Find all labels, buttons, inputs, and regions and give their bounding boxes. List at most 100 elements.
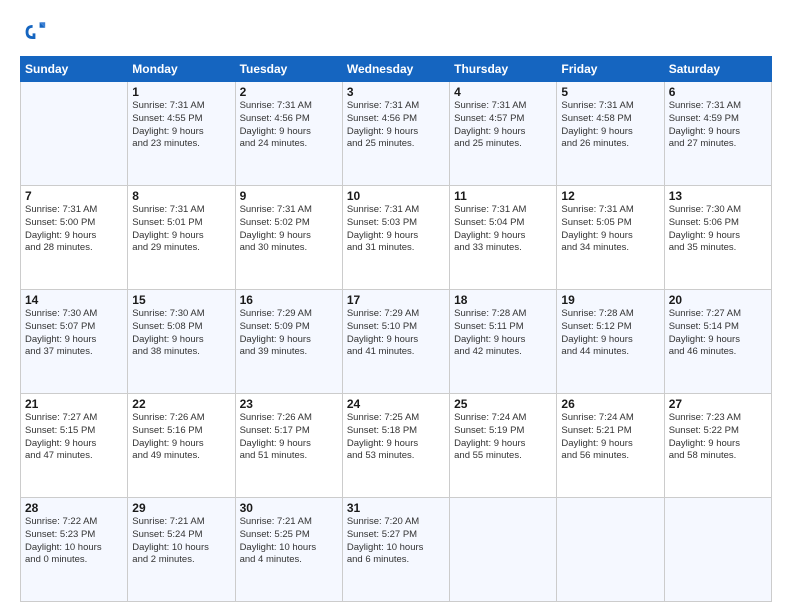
day-info: Sunrise: 7:30 AM Sunset: 5:06 PM Dayligh… (669, 204, 767, 255)
day-info: Sunrise: 7:29 AM Sunset: 5:09 PM Dayligh… (240, 308, 338, 359)
day-number: 9 (240, 189, 338, 203)
calendar-week-3: 14Sunrise: 7:30 AM Sunset: 5:07 PM Dayli… (21, 290, 772, 394)
day-number: 23 (240, 397, 338, 411)
calendar-cell: 21Sunrise: 7:27 AM Sunset: 5:15 PM Dayli… (21, 394, 128, 498)
calendar-cell: 12Sunrise: 7:31 AM Sunset: 5:05 PM Dayli… (557, 186, 664, 290)
calendar-cell: 26Sunrise: 7:24 AM Sunset: 5:21 PM Dayli… (557, 394, 664, 498)
calendar-cell: 23Sunrise: 7:26 AM Sunset: 5:17 PM Dayli… (235, 394, 342, 498)
day-info: Sunrise: 7:29 AM Sunset: 5:10 PM Dayligh… (347, 308, 445, 359)
day-number: 4 (454, 85, 552, 99)
day-number: 8 (132, 189, 230, 203)
calendar-cell (21, 82, 128, 186)
calendar-cell: 3Sunrise: 7:31 AM Sunset: 4:56 PM Daylig… (342, 82, 449, 186)
weekday-header-thursday: Thursday (450, 57, 557, 82)
day-number: 20 (669, 293, 767, 307)
calendar-week-1: 1Sunrise: 7:31 AM Sunset: 4:55 PM Daylig… (21, 82, 772, 186)
day-number: 18 (454, 293, 552, 307)
calendar-cell (557, 498, 664, 602)
day-number: 14 (25, 293, 123, 307)
day-number: 11 (454, 189, 552, 203)
day-number: 10 (347, 189, 445, 203)
day-number: 31 (347, 501, 445, 515)
calendar-week-2: 7Sunrise: 7:31 AM Sunset: 5:00 PM Daylig… (21, 186, 772, 290)
calendar-cell (450, 498, 557, 602)
day-info: Sunrise: 7:24 AM Sunset: 5:21 PM Dayligh… (561, 412, 659, 463)
day-number: 1 (132, 85, 230, 99)
calendar-cell (664, 498, 771, 602)
day-info: Sunrise: 7:27 AM Sunset: 5:15 PM Dayligh… (25, 412, 123, 463)
day-info: Sunrise: 7:21 AM Sunset: 5:25 PM Dayligh… (240, 516, 338, 567)
day-number: 27 (669, 397, 767, 411)
day-number: 22 (132, 397, 230, 411)
calendar-cell: 31Sunrise: 7:20 AM Sunset: 5:27 PM Dayli… (342, 498, 449, 602)
weekday-header-row: SundayMondayTuesdayWednesdayThursdayFrid… (21, 57, 772, 82)
day-number: 19 (561, 293, 659, 307)
logo (20, 18, 52, 46)
day-info: Sunrise: 7:31 AM Sunset: 5:04 PM Dayligh… (454, 204, 552, 255)
page: SundayMondayTuesdayWednesdayThursdayFrid… (0, 0, 792, 612)
day-number: 17 (347, 293, 445, 307)
day-info: Sunrise: 7:30 AM Sunset: 5:08 PM Dayligh… (132, 308, 230, 359)
day-info: Sunrise: 7:31 AM Sunset: 5:00 PM Dayligh… (25, 204, 123, 255)
day-info: Sunrise: 7:26 AM Sunset: 5:16 PM Dayligh… (132, 412, 230, 463)
calendar-cell: 15Sunrise: 7:30 AM Sunset: 5:08 PM Dayli… (128, 290, 235, 394)
weekday-header-sunday: Sunday (21, 57, 128, 82)
day-number: 16 (240, 293, 338, 307)
day-info: Sunrise: 7:20 AM Sunset: 5:27 PM Dayligh… (347, 516, 445, 567)
day-info: Sunrise: 7:31 AM Sunset: 4:59 PM Dayligh… (669, 100, 767, 151)
calendar-cell: 27Sunrise: 7:23 AM Sunset: 5:22 PM Dayli… (664, 394, 771, 498)
day-number: 3 (347, 85, 445, 99)
weekday-header-wednesday: Wednesday (342, 57, 449, 82)
calendar-cell: 29Sunrise: 7:21 AM Sunset: 5:24 PM Dayli… (128, 498, 235, 602)
calendar-cell: 17Sunrise: 7:29 AM Sunset: 5:10 PM Dayli… (342, 290, 449, 394)
day-info: Sunrise: 7:24 AM Sunset: 5:19 PM Dayligh… (454, 412, 552, 463)
calendar-cell: 19Sunrise: 7:28 AM Sunset: 5:12 PM Dayli… (557, 290, 664, 394)
calendar-cell: 9Sunrise: 7:31 AM Sunset: 5:02 PM Daylig… (235, 186, 342, 290)
calendar-cell: 22Sunrise: 7:26 AM Sunset: 5:16 PM Dayli… (128, 394, 235, 498)
day-info: Sunrise: 7:28 AM Sunset: 5:12 PM Dayligh… (561, 308, 659, 359)
day-number: 21 (25, 397, 123, 411)
day-info: Sunrise: 7:23 AM Sunset: 5:22 PM Dayligh… (669, 412, 767, 463)
day-info: Sunrise: 7:22 AM Sunset: 5:23 PM Dayligh… (25, 516, 123, 567)
calendar-cell: 5Sunrise: 7:31 AM Sunset: 4:58 PM Daylig… (557, 82, 664, 186)
day-number: 24 (347, 397, 445, 411)
day-info: Sunrise: 7:30 AM Sunset: 5:07 PM Dayligh… (25, 308, 123, 359)
calendar-table: SundayMondayTuesdayWednesdayThursdayFrid… (20, 56, 772, 602)
day-number: 6 (669, 85, 767, 99)
calendar-cell: 16Sunrise: 7:29 AM Sunset: 5:09 PM Dayli… (235, 290, 342, 394)
day-info: Sunrise: 7:31 AM Sunset: 4:55 PM Dayligh… (132, 100, 230, 151)
day-number: 29 (132, 501, 230, 515)
day-info: Sunrise: 7:27 AM Sunset: 5:14 PM Dayligh… (669, 308, 767, 359)
day-info: Sunrise: 7:31 AM Sunset: 4:58 PM Dayligh… (561, 100, 659, 151)
day-number: 26 (561, 397, 659, 411)
day-info: Sunrise: 7:21 AM Sunset: 5:24 PM Dayligh… (132, 516, 230, 567)
day-number: 15 (132, 293, 230, 307)
day-info: Sunrise: 7:31 AM Sunset: 4:56 PM Dayligh… (347, 100, 445, 151)
calendar-cell: 2Sunrise: 7:31 AM Sunset: 4:56 PM Daylig… (235, 82, 342, 186)
calendar-cell: 14Sunrise: 7:30 AM Sunset: 5:07 PM Dayli… (21, 290, 128, 394)
day-number: 2 (240, 85, 338, 99)
day-number: 25 (454, 397, 552, 411)
day-number: 30 (240, 501, 338, 515)
day-number: 28 (25, 501, 123, 515)
day-number: 12 (561, 189, 659, 203)
calendar-cell: 8Sunrise: 7:31 AM Sunset: 5:01 PM Daylig… (128, 186, 235, 290)
day-info: Sunrise: 7:28 AM Sunset: 5:11 PM Dayligh… (454, 308, 552, 359)
calendar-cell: 20Sunrise: 7:27 AM Sunset: 5:14 PM Dayli… (664, 290, 771, 394)
calendar-cell: 13Sunrise: 7:30 AM Sunset: 5:06 PM Dayli… (664, 186, 771, 290)
calendar-cell: 30Sunrise: 7:21 AM Sunset: 5:25 PM Dayli… (235, 498, 342, 602)
day-info: Sunrise: 7:31 AM Sunset: 4:57 PM Dayligh… (454, 100, 552, 151)
calendar-cell: 24Sunrise: 7:25 AM Sunset: 5:18 PM Dayli… (342, 394, 449, 498)
day-info: Sunrise: 7:26 AM Sunset: 5:17 PM Dayligh… (240, 412, 338, 463)
calendar-cell: 11Sunrise: 7:31 AM Sunset: 5:04 PM Dayli… (450, 186, 557, 290)
day-info: Sunrise: 7:31 AM Sunset: 4:56 PM Dayligh… (240, 100, 338, 151)
header (20, 18, 772, 46)
logo-icon (20, 18, 48, 46)
weekday-header-saturday: Saturday (664, 57, 771, 82)
calendar-cell: 28Sunrise: 7:22 AM Sunset: 5:23 PM Dayli… (21, 498, 128, 602)
calendar-week-5: 28Sunrise: 7:22 AM Sunset: 5:23 PM Dayli… (21, 498, 772, 602)
calendar-week-4: 21Sunrise: 7:27 AM Sunset: 5:15 PM Dayli… (21, 394, 772, 498)
weekday-header-tuesday: Tuesday (235, 57, 342, 82)
calendar-cell: 1Sunrise: 7:31 AM Sunset: 4:55 PM Daylig… (128, 82, 235, 186)
calendar-cell: 6Sunrise: 7:31 AM Sunset: 4:59 PM Daylig… (664, 82, 771, 186)
